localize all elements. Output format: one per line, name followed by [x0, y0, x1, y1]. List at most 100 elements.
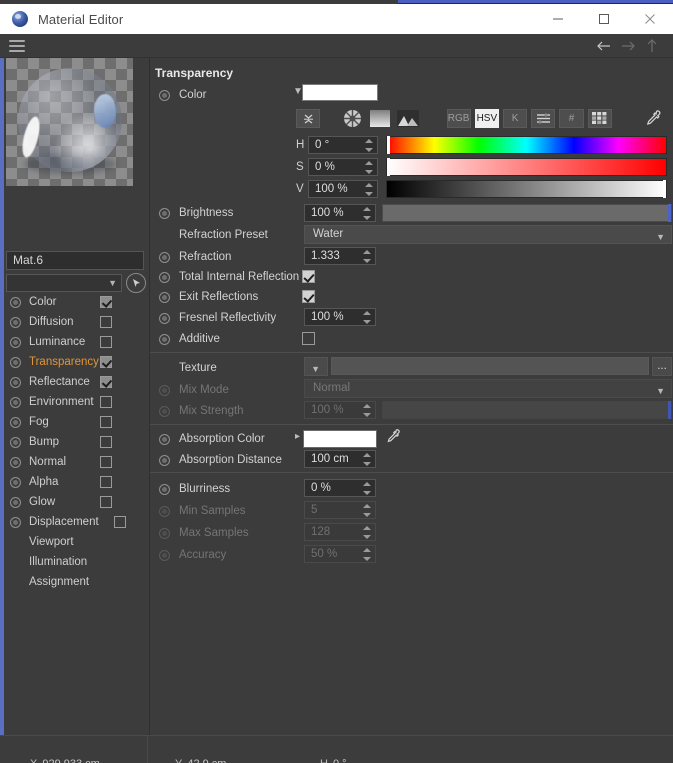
- channel-radio-icon[interactable]: [10, 476, 21, 488]
- image-picker-icon[interactable]: [396, 109, 420, 128]
- stepper-icon[interactable]: [363, 311, 371, 324]
- hue-input[interactable]: 0 °: [308, 136, 378, 154]
- exit-reflections-checkbox[interactable]: [302, 290, 315, 303]
- channel-displacement[interactable]: Displacement: [6, 512, 146, 532]
- channel-radio-icon[interactable]: [10, 416, 21, 428]
- saturation-input[interactable]: 0 %: [308, 158, 378, 176]
- stepper-icon[interactable]: [363, 207, 371, 220]
- stepper-icon[interactable]: [365, 161, 373, 174]
- stepper-icon[interactable]: [363, 250, 371, 263]
- status-field-x[interactable]: X 929.933 cm: [30, 758, 100, 763]
- channel-reflectance[interactable]: Reflectance: [6, 372, 146, 392]
- eyedropper-icon[interactable]: [642, 109, 666, 128]
- stepper-icon[interactable]: [365, 139, 373, 152]
- close-icon[interactable]: [627, 4, 673, 34]
- sidebar-item-illumination[interactable]: Illumination: [6, 552, 146, 572]
- fresnel-reflectivity-input[interactable]: 100 %: [304, 308, 376, 326]
- channel-bump[interactable]: Bump: [6, 432, 146, 452]
- absorption-distance-input[interactable]: 100 cm: [304, 450, 376, 468]
- hex-mode-button[interactable]: #: [559, 108, 584, 128]
- channel-radio-icon[interactable]: [10, 436, 21, 448]
- value-gradient-bar[interactable]: [386, 180, 667, 198]
- hsv-mode-button[interactable]: HSV: [474, 108, 499, 128]
- channel-alpha[interactable]: Alpha: [6, 472, 146, 492]
- stepper-icon[interactable]: [363, 453, 371, 466]
- property-radio-icon[interactable]: [159, 271, 170, 283]
- brightness-slider[interactable]: [382, 204, 672, 222]
- status-field-y[interactable]: Y 42.9 cm: [175, 758, 226, 763]
- channel-radio-icon[interactable]: [10, 456, 21, 468]
- saturation-gradient-bar[interactable]: [386, 158, 667, 176]
- channel-color[interactable]: Color: [6, 292, 146, 312]
- rgb-mode-button[interactable]: RGB: [446, 108, 471, 128]
- absorption-color-swatch[interactable]: [303, 430, 377, 448]
- channel-radio-icon[interactable]: [10, 376, 21, 388]
- sliders-icon[interactable]: [531, 108, 556, 128]
- maximize-icon[interactable]: [581, 4, 627, 34]
- stepper-icon[interactable]: [365, 183, 373, 196]
- arrow-left-icon[interactable]: [593, 35, 615, 57]
- channel-fog[interactable]: Fog: [6, 412, 146, 432]
- channel-checkbox[interactable]: [114, 516, 126, 528]
- total-internal-reflection-checkbox[interactable]: [302, 270, 315, 283]
- pick-cursor-icon[interactable]: [126, 273, 146, 293]
- channel-radio-icon[interactable]: [10, 336, 21, 348]
- arrow-right-icon[interactable]: [617, 35, 639, 57]
- chevron-right-icon[interactable]: ▸: [295, 431, 300, 442]
- channel-checkbox[interactable]: [100, 376, 112, 388]
- arrow-up-icon[interactable]: [641, 35, 663, 57]
- texture-type-dropdown[interactable]: ▼: [304, 357, 328, 376]
- refraction-preset-dropdown[interactable]: Water ▼: [304, 225, 672, 244]
- channel-luminance[interactable]: Luminance: [6, 332, 146, 352]
- value-input[interactable]: 100 %: [308, 180, 378, 198]
- channel-radio-icon[interactable]: [10, 296, 21, 308]
- blurriness-input[interactable]: 0 %: [304, 479, 376, 497]
- channel-checkbox[interactable]: [100, 336, 112, 348]
- property-radio-icon[interactable]: [159, 312, 170, 324]
- channel-normal[interactable]: Normal: [6, 452, 146, 472]
- channel-glow[interactable]: Glow: [6, 492, 146, 512]
- channel-environment[interactable]: Environment: [6, 392, 146, 412]
- property-radio-icon[interactable]: [159, 291, 170, 303]
- channel-checkbox[interactable]: [100, 416, 112, 428]
- refraction-input[interactable]: 1.333: [304, 247, 376, 265]
- sidebar-item-assignment[interactable]: Assignment: [6, 572, 146, 592]
- saturation-marker[interactable]: [387, 158, 390, 176]
- channel-checkbox[interactable]: [100, 436, 112, 448]
- additive-checkbox[interactable]: [302, 332, 315, 345]
- eyedropper-icon[interactable]: [385, 428, 402, 450]
- texture-path-input[interactable]: [331, 357, 649, 375]
- property-radio-icon[interactable]: [159, 454, 170, 466]
- brightness-input[interactable]: 100 %: [304, 204, 376, 222]
- property-radio-icon[interactable]: [159, 207, 170, 219]
- property-radio-icon[interactable]: [159, 333, 170, 345]
- swatches-grid-icon[interactable]: [587, 108, 612, 128]
- channel-checkbox[interactable]: [100, 356, 112, 368]
- gradient-icon[interactable]: [368, 109, 392, 128]
- hamburger-menu-icon[interactable]: [9, 39, 25, 52]
- property-radio-icon[interactable]: [159, 89, 170, 101]
- channel-checkbox[interactable]: [100, 316, 112, 328]
- minimize-icon[interactable]: [535, 4, 581, 34]
- channel-checkbox[interactable]: [100, 476, 112, 488]
- channel-diffusion[interactable]: Diffusion: [6, 312, 146, 332]
- channel-transparency[interactable]: Transparency: [6, 352, 146, 372]
- sidebar-item-viewport[interactable]: Viewport: [6, 532, 146, 552]
- slider-knob[interactable]: [668, 204, 671, 222]
- property-radio-icon[interactable]: [159, 483, 170, 495]
- status-field-h[interactable]: H 0 °: [320, 758, 347, 763]
- channel-checkbox[interactable]: [100, 456, 112, 468]
- channel-radio-icon[interactable]: [10, 516, 21, 528]
- channel-checkbox[interactable]: [100, 396, 112, 408]
- hue-gradient-bar[interactable]: [386, 136, 667, 154]
- kelvin-mode-button[interactable]: K: [502, 108, 528, 128]
- material-select-dropdown[interactable]: ▼: [6, 274, 122, 292]
- value-marker[interactable]: [663, 180, 666, 198]
- hue-marker[interactable]: [387, 136, 390, 154]
- material-preview-sphere[interactable]: [6, 58, 133, 186]
- collapse-arrows-icon[interactable]: [296, 108, 321, 128]
- stepper-icon[interactable]: [363, 482, 371, 495]
- channel-radio-icon[interactable]: [10, 396, 21, 408]
- channel-checkbox[interactable]: [100, 296, 112, 308]
- channel-radio-icon[interactable]: [10, 316, 21, 328]
